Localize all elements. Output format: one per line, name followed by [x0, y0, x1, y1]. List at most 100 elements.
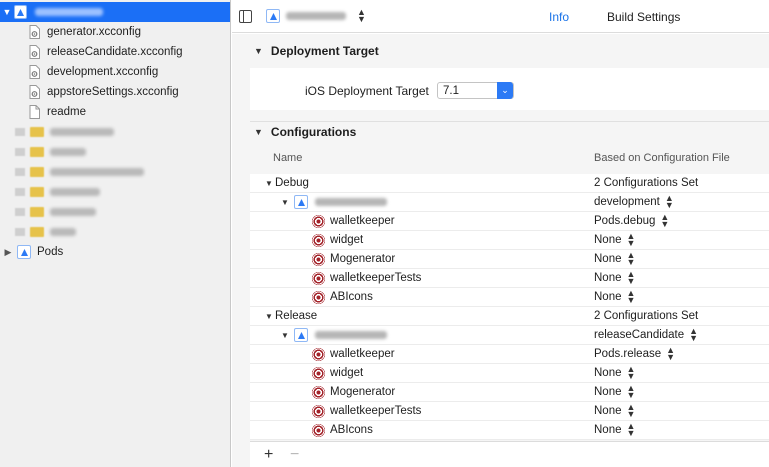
ios-deployment-target-label: iOS Deployment Target — [305, 84, 429, 98]
config-target-row[interactable]: widget None ▲ ▼ — [250, 231, 769, 250]
pods-project-row[interactable]: ▶ Pods — [0, 242, 230, 262]
editor-tab-bar: ▲ ▼ Info Build Settings — [232, 0, 769, 33]
add-configuration-button[interactable]: + — [264, 446, 273, 464]
disclosure-open-icon[interactable]: ▼ — [265, 179, 275, 188]
disclosure-open-icon[interactable]: ▼ — [254, 127, 263, 137]
config-target-name: ABIcons — [312, 290, 373, 304]
disclosure-open-icon[interactable]: ▼ — [265, 312, 275, 321]
config-group-row[interactable]: ▼ Release 2 Configurations Set — [250, 307, 769, 326]
chevron-updown-icon: ▲ ▼ — [689, 326, 699, 343]
folder-row-redacted[interactable] — [0, 142, 230, 162]
config-target-name: walletkeeper — [312, 347, 395, 361]
config-file-select[interactable]: None ▲ ▼ — [594, 384, 635, 400]
config-file-select[interactable]: None ▲ ▼ — [594, 365, 635, 381]
folder-row-redacted[interactable] — [0, 182, 230, 202]
file-row-development[interactable]: development.xcconfig — [0, 62, 230, 82]
target-label: walletkeeperTests — [330, 272, 422, 284]
section-title: Deployment Target — [270, 44, 379, 58]
config-target-row[interactable]: widget None ▲ ▼ — [250, 364, 769, 383]
config-target-name: widget — [312, 233, 364, 247]
disclosure-closed-icon[interactable] — [15, 228, 25, 236]
ios-deployment-target-select[interactable]: 7.1 ⌄ — [437, 82, 514, 99]
project-icon — [294, 195, 308, 209]
disclosure-closed-icon[interactable]: ▶ — [3, 247, 13, 258]
config-file-select[interactable]: None ▲ ▼ — [594, 232, 635, 248]
chevron-updown-icon: ▲ ▼ — [626, 402, 636, 419]
chevron-updown-icon: ▲ ▼ — [626, 269, 636, 286]
target-icon — [312, 252, 325, 266]
config-file-select[interactable]: Pods.release ▲ ▼ — [594, 346, 675, 362]
config-file-select[interactable]: None ▲ ▼ — [594, 251, 635, 267]
config-target-row[interactable]: ABIcons None ▲ ▼ — [250, 421, 769, 440]
file-row-appstore-settings[interactable]: appstoreSettings.xcconfig — [0, 82, 230, 102]
config-project-row[interactable]: ▼ development ▲ ▼ — [250, 193, 769, 212]
config-target-name: ABIcons — [312, 423, 373, 437]
folder-icon — [30, 187, 44, 197]
chevron-updown-icon: ▲ ▼ — [357, 7, 366, 24]
disclosure-open-icon[interactable]: ▼ — [2, 7, 12, 17]
config-file-select[interactable]: None ▲ ▼ — [594, 422, 635, 438]
config-target-name: widget — [312, 366, 364, 380]
config-file-value: None — [594, 253, 622, 265]
folder-row-redacted[interactable] — [0, 202, 230, 222]
sidebar-toggle-icon[interactable] — [239, 10, 252, 23]
folder-row-redacted[interactable] — [0, 122, 230, 142]
disclosure-closed-icon[interactable] — [15, 168, 25, 176]
config-group-summary: 2 Configurations Set — [594, 177, 699, 189]
config-target-row[interactable]: walletkeeperTests None ▲ ▼ — [250, 269, 769, 288]
config-file-value: None — [594, 367, 622, 379]
file-row-release-candidate[interactable]: releaseCandidate.xcconfig — [0, 42, 230, 62]
config-file-select[interactable]: None ▲ ▼ — [594, 269, 636, 286]
disclosure-open-icon[interactable]: ▼ — [281, 331, 291, 340]
tab-build-settings[interactable]: Build Settings — [607, 10, 680, 24]
folder-row-redacted[interactable] — [0, 222, 230, 242]
config-group-row[interactable]: ▼ Debug 2 Configurations Set — [250, 174, 769, 193]
xcconfig-file-icon — [29, 85, 40, 99]
disclosure-open-icon[interactable]: ▼ — [254, 46, 263, 56]
project-root-row[interactable]: ▼ — [0, 2, 230, 22]
file-row-generator[interactable]: generator.xcconfig — [0, 22, 230, 42]
file-label: development.xcconfig — [47, 66, 159, 78]
target-icon — [312, 271, 325, 285]
disclosure-closed-icon[interactable] — [15, 208, 25, 216]
disclosure-closed-icon[interactable] — [15, 148, 25, 156]
folder-name-redacted — [50, 168, 144, 176]
config-file-select[interactable]: None ▲ ▼ — [594, 289, 635, 305]
config-file-select[interactable]: releaseCandidate ▲ ▼ — [594, 326, 699, 343]
config-target-row[interactable]: Mogenerator None ▲ ▼ — [250, 250, 769, 269]
config-target-row[interactable]: ABIcons None ▲ ▼ — [250, 288, 769, 307]
remove-configuration-button[interactable]: − — [290, 446, 299, 464]
config-file-select[interactable]: development ▲ ▼ — [594, 194, 674, 210]
tab-info[interactable]: Info — [549, 10, 569, 24]
config-project-row[interactable]: ▼ releaseCandidate ▲ ▼ — [250, 326, 769, 345]
config-target-row[interactable]: Mogenerator None ▲ ▼ — [250, 383, 769, 402]
config-target-row[interactable]: walletkeeper Pods.debug ▲ ▼ — [250, 212, 769, 231]
target-label: widget — [330, 367, 364, 379]
folder-row-redacted[interactable] — [0, 162, 230, 182]
config-target-row[interactable]: walletkeeperTests None ▲ ▼ — [250, 402, 769, 421]
file-row-readme[interactable]: readme — [0, 102, 230, 122]
target-label: ABIcons — [330, 424, 373, 436]
column-header-name: Name — [273, 152, 303, 164]
disclosure-closed-icon[interactable] — [15, 188, 25, 196]
file-label: generator.xcconfig — [47, 26, 141, 38]
target-label: widget — [330, 234, 364, 246]
folder-name-redacted — [50, 228, 76, 236]
target-label: walletkeeper — [330, 348, 395, 360]
target-label: Mogenerator — [330, 253, 396, 265]
section-configurations[interactable]: ▼ Configurations — [254, 125, 356, 139]
config-target-row[interactable]: walletkeeper Pods.release ▲ ▼ — [250, 345, 769, 364]
config-file-value: releaseCandidate — [594, 329, 685, 341]
config-target-name: walletkeeperTests — [312, 404, 421, 418]
config-file-select[interactable]: Pods.debug ▲ ▼ — [594, 213, 669, 229]
disclosure-closed-icon[interactable] — [15, 128, 25, 136]
config-file-select[interactable]: None ▲ ▼ — [594, 402, 636, 419]
section-deployment-target[interactable]: ▼ Deployment Target — [254, 44, 379, 58]
project-icon — [17, 245, 31, 259]
folder-icon — [30, 147, 44, 157]
config-file-value: None — [594, 272, 622, 284]
project-icon — [14, 5, 27, 19]
config-file-value: None — [594, 386, 622, 398]
target-picker[interactable]: ▲ ▼ — [266, 8, 366, 24]
disclosure-open-icon[interactable]: ▼ — [281, 198, 291, 207]
